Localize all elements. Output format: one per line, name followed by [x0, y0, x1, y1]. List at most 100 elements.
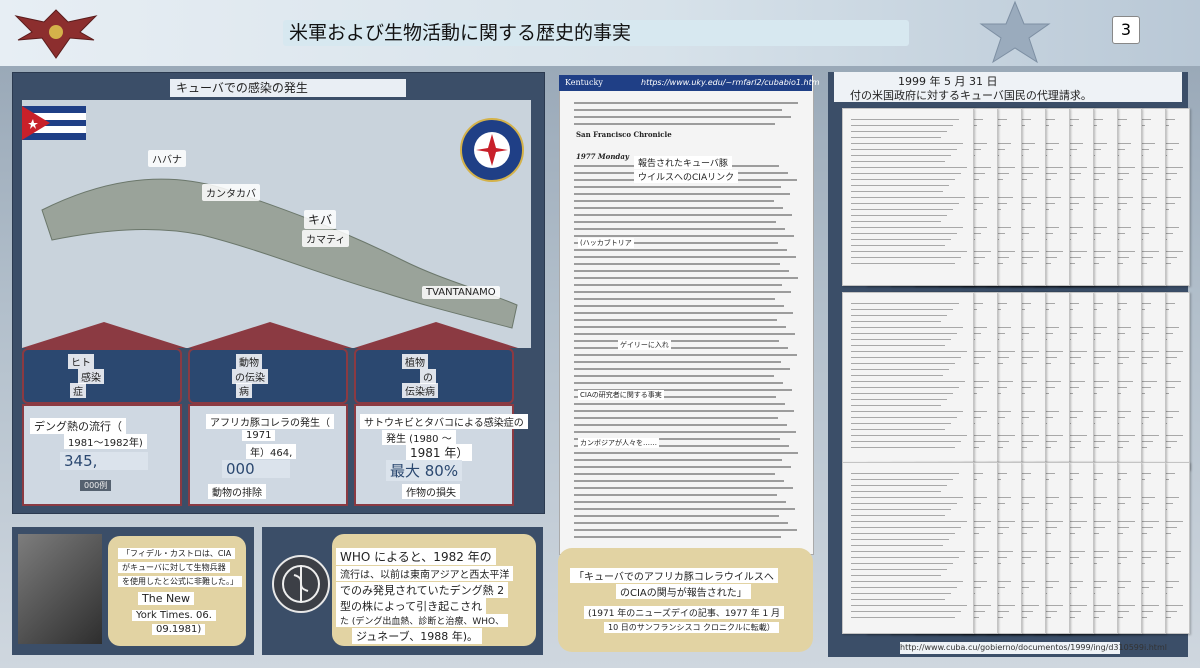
claim-page-line	[851, 497, 963, 498]
doc-text-line	[574, 368, 790, 370]
who-line1: WHO によると、1982 年の	[336, 548, 496, 565]
doc-text-line	[574, 347, 788, 349]
who-line5: た (デング出血熱、診断と治療、WHO、	[336, 614, 509, 627]
castro-photo	[18, 534, 102, 644]
doc-text-line	[574, 291, 791, 293]
eagle-emblem-icon	[14, 9, 98, 59]
doc-text-line	[574, 466, 791, 468]
claim-page-line	[851, 447, 955, 448]
who-line2: 流行は、以前は東南アジアと西太平洋	[336, 566, 514, 581]
dengue-years: 1981〜1982年)	[64, 434, 147, 449]
claim-page-line	[851, 479, 953, 480]
claim-page-line	[851, 423, 951, 424]
doc-callout-2: ウイルスへのCIAリンク	[634, 170, 739, 183]
castro-line1: 「フィデル・カストロは、CIA	[118, 548, 236, 559]
claim-page-line	[851, 581, 963, 582]
category-animal-line2: の伝染	[232, 369, 268, 384]
claim-page-line	[851, 405, 941, 406]
map-label-kiba: キバ	[304, 210, 337, 229]
kentucky-logo: Kentucky	[565, 78, 603, 87]
category-plant-line3: 伝染病	[402, 383, 438, 398]
claim-page	[842, 462, 974, 634]
map-label-havana: ハバナ	[148, 150, 186, 167]
page-title: 米軍および生物活動に関する歴史的事実	[283, 20, 909, 46]
doc-text-line	[574, 536, 781, 538]
claim-page-line	[851, 593, 951, 594]
swine-fever-year: 1971	[242, 430, 276, 441]
castro-line3: を使用したと公式に非難した。」	[118, 576, 242, 587]
claim-page-line	[851, 149, 957, 150]
middle-line4: 10 日のサンフランシスコ クロニクルに転載）	[604, 622, 779, 633]
newspaper-date: 1977 Monday	[576, 152, 629, 161]
claim-page-line	[851, 509, 951, 510]
cia-seal-icon	[460, 118, 524, 182]
crop-infection-title: サトウキビとタバコによる感染症の	[360, 414, 528, 429]
swine-fever-tag: 動物の排除	[208, 484, 266, 499]
claim-page-line	[851, 321, 941, 322]
claim-page-line	[851, 393, 953, 394]
doc-text-line	[574, 340, 779, 342]
category-human-line1: ヒト	[68, 354, 94, 369]
category-plant-line1: 植物	[402, 354, 428, 369]
doc-text-line	[574, 305, 784, 307]
claim-page-line	[851, 125, 953, 126]
claim-page-line	[851, 557, 959, 558]
doc-text-line	[574, 382, 783, 384]
claim-page-line	[851, 357, 961, 358]
doc-text-line	[574, 312, 793, 314]
claim-page-line	[851, 515, 945, 516]
claim-page-line	[851, 527, 961, 528]
doc-callout-1: 報告されたキューバ豚	[634, 156, 732, 169]
who-line3: でのみ発見されていたデング熱 2	[336, 582, 509, 598]
claim-page-line	[851, 203, 959, 204]
claim-page-line	[851, 617, 955, 618]
claim-url: http://www.cuba.cu/gobierno/documentos/1…	[900, 642, 1167, 654]
claim-page-line	[851, 339, 951, 340]
category-roof-plant	[354, 322, 518, 348]
claim-page-line	[851, 215, 947, 216]
claim-page-line	[851, 569, 947, 570]
claim-page-line	[851, 599, 945, 600]
doc-text-line	[574, 431, 796, 433]
doc-text-line	[574, 277, 798, 279]
doc-text-line	[574, 256, 796, 258]
who-quote: WHO によると、1982 年の 流行は、以前は東南アジアと西太平洋 でのみ発見…	[332, 534, 536, 646]
doc-text-line	[574, 326, 786, 328]
claim-page-line	[851, 119, 959, 120]
claim-page-line	[851, 239, 951, 240]
page-number: 3	[1112, 16, 1140, 44]
doc-text-line	[574, 319, 777, 321]
doc-callout-3: (ハッカブトリア	[578, 238, 634, 248]
doc-text-line	[574, 424, 787, 426]
crop-infection-year1: 発生 (1980 〜	[382, 430, 456, 445]
claim-page-line	[851, 587, 957, 588]
swine-fever-title: アフリカ豚コレラの発生（	[206, 414, 334, 429]
castro-line6: 09.1981)	[152, 624, 206, 635]
middle-line3: (1971 年のニューズデイの記事、1977 年 1 月	[584, 606, 785, 619]
category-animal-line3: 病	[236, 383, 252, 398]
claim-page-line	[851, 185, 949, 186]
doc-text-line	[574, 214, 792, 216]
middle-line2: のCIAの関与が報告された」	[616, 584, 751, 599]
doc-text-line	[574, 508, 795, 510]
claim-page-line	[851, 327, 963, 328]
claim-page-line	[851, 131, 947, 132]
category-human: ヒト 感染 症	[22, 348, 182, 404]
doc-text-line	[574, 487, 793, 489]
claim-page-line	[851, 575, 941, 576]
claim-page-line	[851, 611, 961, 612]
category-roof-animal	[188, 322, 352, 348]
doc-text-line	[574, 123, 775, 125]
swine-fever-count-prefix: 年）464,	[246, 444, 297, 459]
document-header: Kentucky https://www.uky.edu/~rmfarl2/cu…	[559, 75, 820, 91]
document-url: https://www.uky.edu/~rmfarl2/cubabio1.ht…	[641, 78, 820, 87]
doc-text-line	[574, 494, 777, 496]
claim-page-line	[851, 209, 953, 210]
crop-loss-percent: 最大 80%	[386, 460, 463, 481]
claim-page-line	[851, 179, 955, 180]
map-label-guantanamo: TVANTANAMO	[422, 286, 500, 299]
crop-loss-tag: 作物の損失	[402, 484, 460, 499]
cuba-flag-icon	[22, 106, 86, 140]
claim-page-line	[851, 387, 959, 388]
claim-page	[842, 292, 974, 470]
